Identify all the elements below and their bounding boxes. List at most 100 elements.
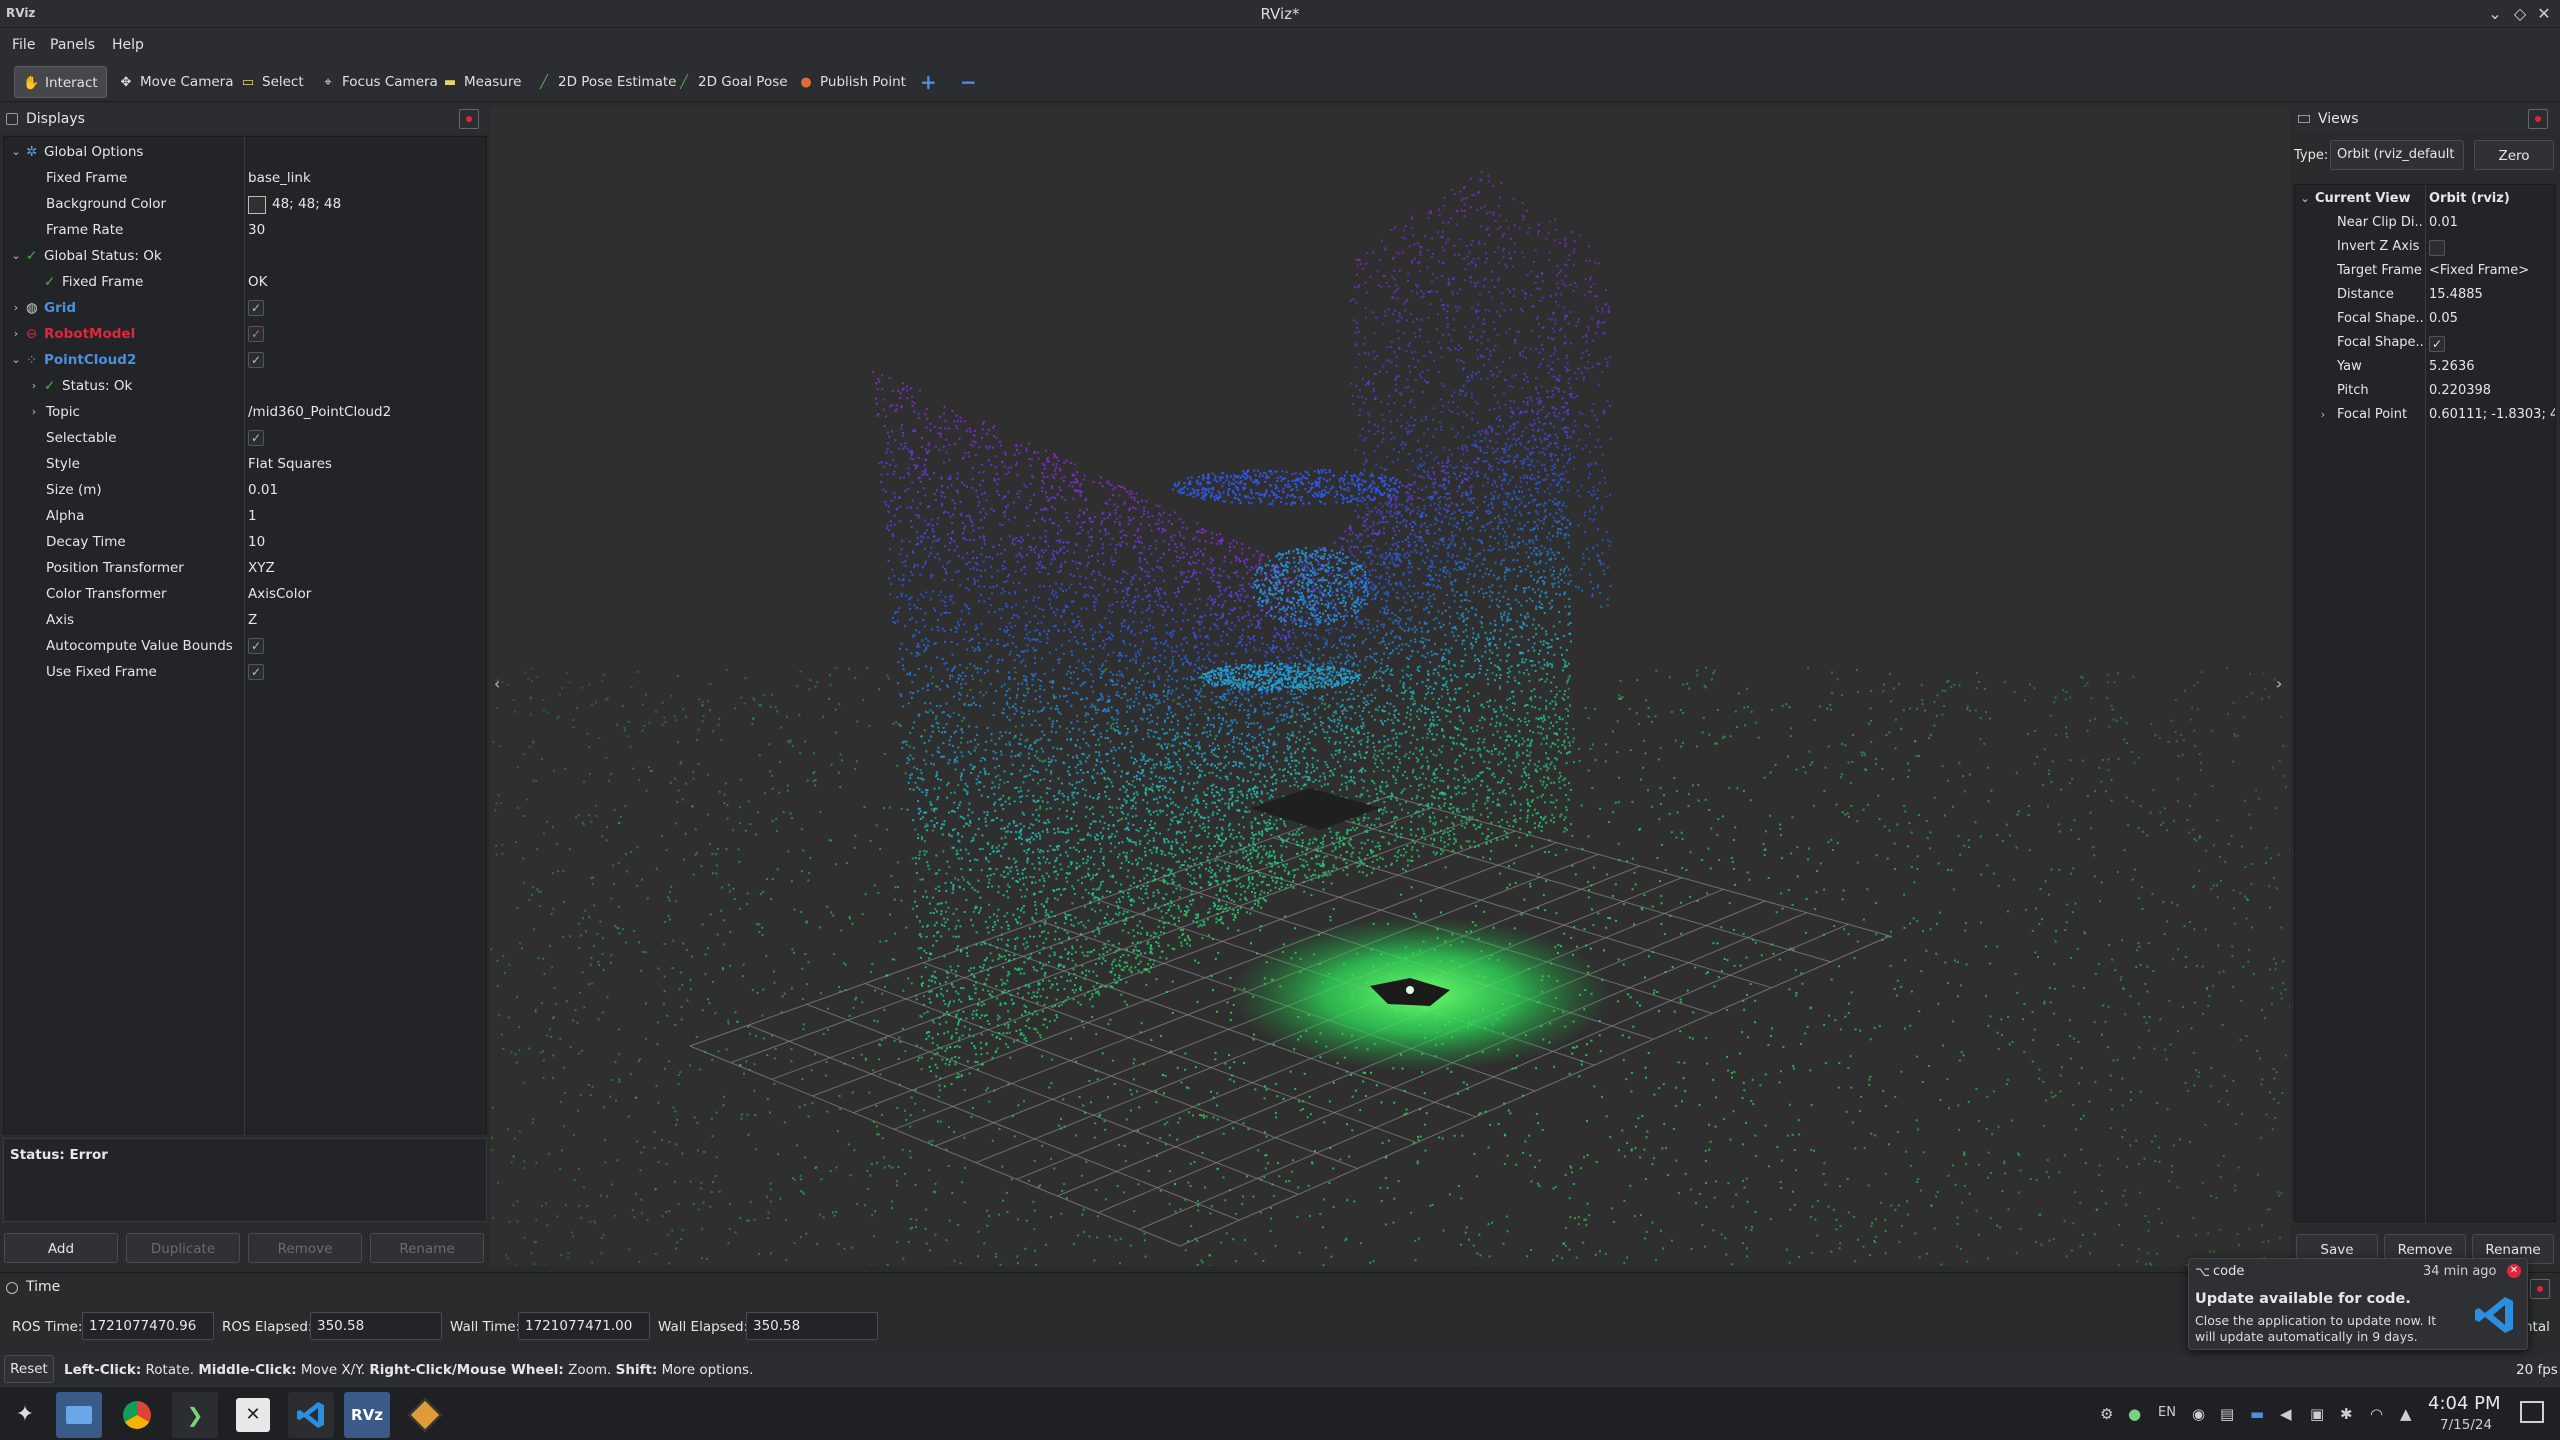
tool-focus-camera[interactable]: ⌖ Focus Camera <box>312 66 446 98</box>
display-property-value[interactable]: Z <box>248 607 257 633</box>
duplicate-display-button[interactable]: Duplicate <box>126 1233 240 1263</box>
remove-tool-icon[interactable]: − <box>952 66 985 98</box>
display-property-value[interactable]: 1 <box>248 503 257 529</box>
sync-icon[interactable]: ● <box>2128 1405 2141 1423</box>
display-property-value[interactable]: base_link <box>248 165 311 191</box>
close-panel-icon[interactable] <box>2530 1279 2550 1299</box>
enabled-checkbox[interactable]: ✓ <box>248 300 264 316</box>
display-row[interactable]: ⌄ ✓ Global Status: Ok <box>4 243 486 269</box>
files-icon[interactable] <box>56 1392 102 1438</box>
display-icon[interactable]: ▬ <box>2250 1405 2264 1423</box>
expand-icon[interactable]: › <box>28 399 40 425</box>
display-property-value[interactable]: XYZ <box>248 555 275 581</box>
wall-elapsed-field[interactable]: 350.58 <box>746 1312 878 1340</box>
view-property-value[interactable]: 0.60111; -1.8303; 4... <box>2429 403 2555 427</box>
reset-button[interactable]: Reset <box>4 1355 54 1383</box>
maximize-icon[interactable]: ◇ <box>2509 3 2531 25</box>
view-property-row[interactable]: Focal Shape... 0.05 <box>2295 307 2555 331</box>
ros-elapsed-field[interactable]: 350.58 <box>310 1312 442 1340</box>
update-notification[interactable]: ⌥ code 34 min ago ✕ Update available for… <box>2188 1258 2528 1350</box>
wall-time-field[interactable]: 1721077471.00 <box>518 1312 650 1340</box>
tool-2d-goal-pose[interactable]: ╱ 2D Goal Pose <box>668 66 796 98</box>
enabled-checkbox[interactable]: ✓ <box>248 430 264 446</box>
view-property-value[interactable]: 0.05 <box>2429 307 2555 331</box>
display-property-value[interactable]: /mid360_PointCloud2 <box>248 399 391 425</box>
tool-interact[interactable]: ✋ Interact <box>14 66 107 98</box>
display-row[interactable]: ⌄ ⁘ PointCloud2 ✓ <box>4 347 486 373</box>
expand-icon[interactable]: › <box>28 373 40 399</box>
display-row[interactable]: Autocompute Value Bounds ✓ <box>4 633 486 659</box>
display-row[interactable]: ✓ Fixed Frame OK <box>4 269 486 295</box>
tool-2d-pose-estimate[interactable]: ╱ 2D Pose Estimate <box>528 66 684 98</box>
close-panel-icon[interactable] <box>2528 109 2548 129</box>
collapse-left-icon[interactable]: ‹ <box>494 674 500 693</box>
tray-expand-icon[interactable]: ▲ <box>2400 1405 2412 1423</box>
display-row[interactable]: Size (m) 0.01 <box>4 477 486 503</box>
volume-icon[interactable]: ◀ <box>2280 1405 2292 1423</box>
close-panel-icon[interactable] <box>459 109 479 129</box>
current-view-row[interactable]: ⌄ Current View Orbit (rviz) <box>2295 187 2555 211</box>
display-row[interactable]: ⌄ ✲ Global Options <box>4 139 486 165</box>
display-property-value[interactable]: OK <box>248 269 267 295</box>
show-desktop-icon[interactable] <box>2520 1401 2544 1423</box>
tool-select[interactable]: ▭ Select <box>232 66 312 98</box>
tool-measure[interactable]: ▬ Measure <box>434 66 529 98</box>
vscode-icon[interactable] <box>288 1392 334 1438</box>
collapse-icon[interactable]: ⌄ <box>10 347 22 373</box>
display-row[interactable]: Axis Z <box>4 607 486 633</box>
package-icon[interactable] <box>402 1392 448 1438</box>
display-row[interactable]: Use Fixed Frame ✓ <box>4 659 486 685</box>
collapse-icon[interactable]: ⌄ <box>10 139 22 165</box>
rviz-icon[interactable]: RVz <box>344 1392 390 1438</box>
display-property-value[interactable]: 48; 48; 48 <box>272 191 341 217</box>
image-icon[interactable]: ▣ <box>2310 1405 2324 1423</box>
display-row[interactable]: Frame Rate 30 <box>4 217 486 243</box>
view-property-row[interactable]: Yaw 5.2636 <box>2295 355 2555 379</box>
collapse-icon[interactable]: ⌄ <box>10 243 22 269</box>
display-row[interactable]: Decay Time 10 <box>4 529 486 555</box>
view-property-row[interactable]: Target Frame <Fixed Frame> <box>2295 259 2555 283</box>
display-property-value[interactable]: AxisColor <box>248 581 311 607</box>
language-indicator[interactable]: EN <box>2158 1405 2176 1420</box>
view-checkbox[interactable]: ✓ <box>2429 336 2445 352</box>
close-icon[interactable]: ✕ <box>2533 3 2555 25</box>
status-icon[interactable]: ◉ <box>2192 1405 2205 1423</box>
add-tool-icon[interactable]: + <box>912 66 945 98</box>
display-row[interactable]: Position Transformer XYZ <box>4 555 486 581</box>
expand-icon[interactable]: › <box>10 321 22 347</box>
x-icon[interactable]: ✕ <box>236 1398 270 1432</box>
display-row[interactable]: Alpha 1 <box>4 503 486 529</box>
tool-move-camera[interactable]: ✥ Move Camera <box>110 66 241 98</box>
view-property-value[interactable]: 0.01 <box>2429 211 2555 235</box>
view-property-row[interactable]: Focal Shape... ✓ <box>2295 331 2555 355</box>
enabled-checkbox[interactable]: ✓ <box>248 638 264 654</box>
clock-date[interactable]: 7/15/24 <box>2440 1417 2492 1433</box>
color-swatch[interactable] <box>248 196 266 214</box>
display-row[interactable]: Color Transformer AxisColor <box>4 581 486 607</box>
display-row[interactable]: › ◍ Grid ✓ <box>4 295 486 321</box>
view-property-row[interactable]: Pitch 0.220398 <box>2295 379 2555 403</box>
wifi-icon[interactable]: ◠ <box>2370 1405 2383 1423</box>
view-property-row[interactable]: Near Clip Di... 0.01 <box>2295 211 2555 235</box>
network-icon[interactable]: ⚙ <box>2100 1405 2113 1423</box>
expand-icon[interactable]: › <box>10 295 22 321</box>
clipboard-icon[interactable]: ▤ <box>2220 1405 2234 1423</box>
display-row[interactable]: › ⊖ RobotModel ✓ <box>4 321 486 347</box>
zero-button[interactable]: Zero <box>2474 140 2554 170</box>
view-property-row[interactable]: Invert Z Axis <box>2295 235 2555 259</box>
view-property-value[interactable]: 5.2636 <box>2429 355 2555 379</box>
display-row[interactable]: Background Color 48; 48; 48 <box>4 191 486 217</box>
display-property-value[interactable]: 30 <box>248 217 265 243</box>
rename-display-button[interactable]: Rename <box>370 1233 484 1263</box>
ros-time-field[interactable]: 1721077470.96 <box>82 1312 214 1340</box>
add-display-button[interactable]: Add <box>4 1233 118 1263</box>
display-row[interactable]: › Topic/mid360_PointCloud2 <box>4 399 486 425</box>
view-property-value[interactable]: <Fixed Frame> <box>2429 259 2555 283</box>
view-property-row[interactable]: › Focal Point 0.60111; -1.8303; 4... <box>2295 403 2555 427</box>
clock-time[interactable]: 4:04 PM <box>2428 1393 2501 1414</box>
enabled-checkbox[interactable]: ✓ <box>248 352 264 368</box>
remove-display-button[interactable]: Remove <box>248 1233 362 1263</box>
expand-icon[interactable]: ⌄ <box>2299 187 2311 211</box>
terminal-icon[interactable]: ❯ <box>172 1392 218 1438</box>
chrome-icon[interactable] <box>114 1392 160 1438</box>
